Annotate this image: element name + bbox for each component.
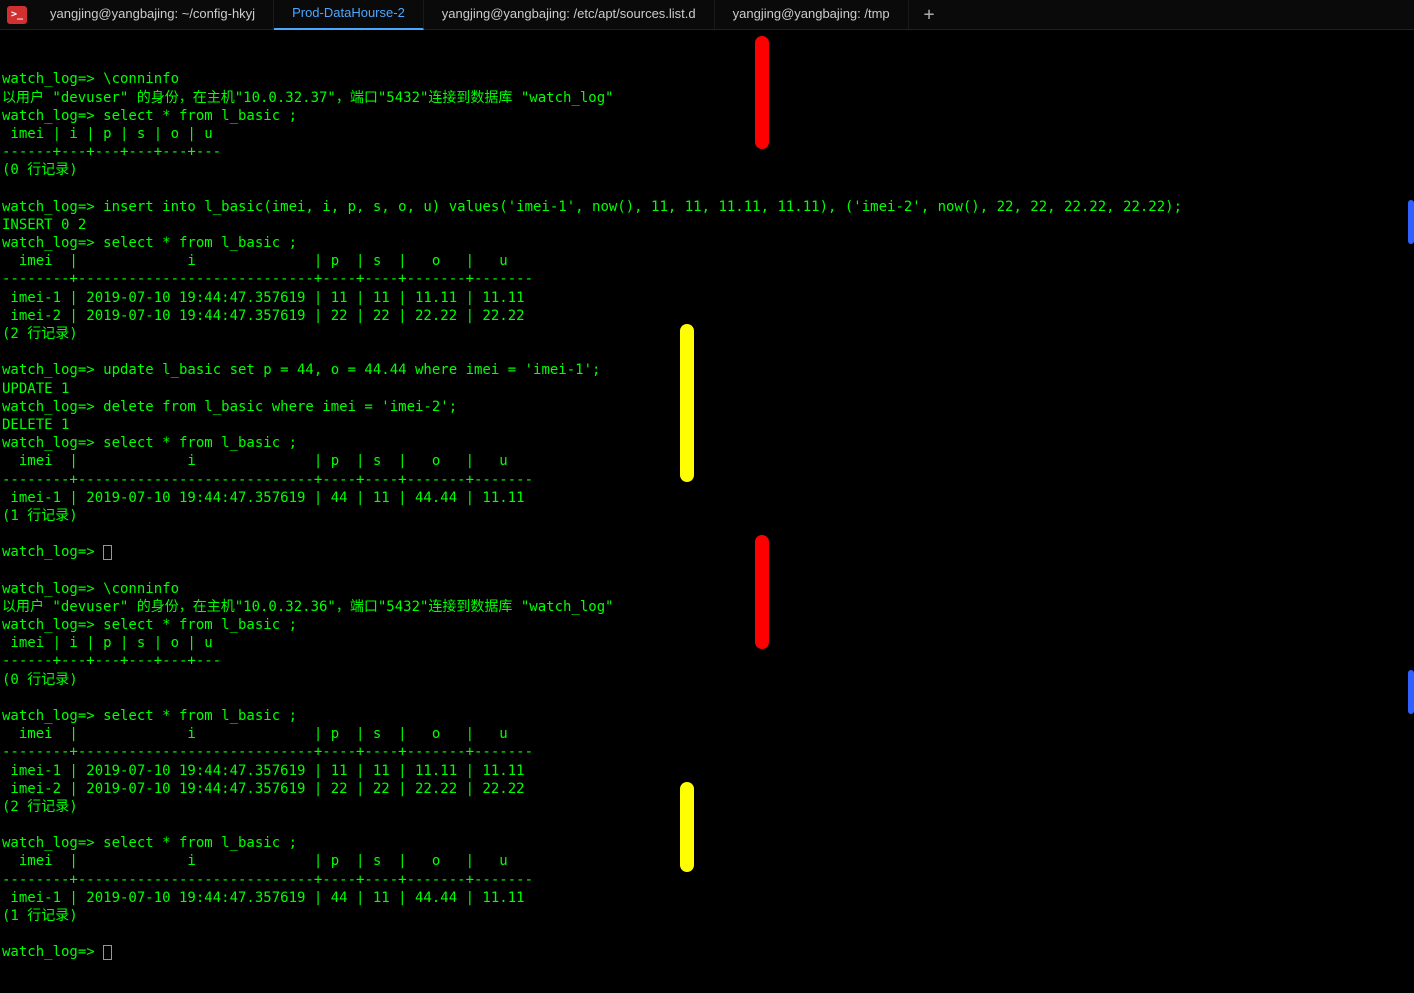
- terminal-line: imei | i | p | s | o | u: [2, 125, 1412, 143]
- terminal-line: imei-2 | 2019-07-10 19:44:47.357619 | 22…: [2, 307, 1412, 325]
- scrollbar-thumb-1[interactable]: [1408, 200, 1414, 244]
- terminal-line: [2, 343, 1412, 361]
- terminal-line: [2, 561, 1412, 579]
- terminal-line: watch_log=> \conninfo: [2, 70, 1412, 88]
- terminal-line: watch_log=> select * from l_basic ;: [2, 434, 1412, 452]
- cursor-icon: [103, 545, 112, 560]
- terminal-line: imei-1 | 2019-07-10 19:44:47.357619 | 44…: [2, 889, 1412, 907]
- tab-config-hkyj[interactable]: yangjing@yangbajing: ~/config-hkyj: [32, 0, 274, 29]
- terminal-line: INSERT 0 2: [2, 216, 1412, 234]
- terminal-line: watch_log=>: [2, 543, 1412, 561]
- terminal-icon: >_: [7, 6, 27, 24]
- scrollbar-thumb-2[interactable]: [1408, 670, 1414, 714]
- terminal-line: imei | i | p | s | o | u: [2, 452, 1412, 470]
- terminal-line: --------+----------------------------+--…: [2, 743, 1412, 761]
- terminal-line: UPDATE 1: [2, 380, 1412, 398]
- terminal-line: --------+----------------------------+--…: [2, 270, 1412, 288]
- terminal-line: watch_log=> \conninfo: [2, 580, 1412, 598]
- terminal-line: ------+---+---+---+---+---: [2, 143, 1412, 161]
- terminal-line: 以用户 "devuser" 的身份，在主机"10.0.32.37"，端口"543…: [2, 89, 1412, 107]
- terminal-line: watch_log=>: [2, 943, 1412, 961]
- terminal-line: DELETE 1: [2, 416, 1412, 434]
- terminal-line: 以用户 "devuser" 的身份，在主机"10.0.32.36"，端口"543…: [2, 598, 1412, 616]
- terminal-line: [2, 689, 1412, 707]
- annotation-marker-yellow-2: [680, 782, 694, 872]
- annotation-marker-red-1: [755, 36, 769, 149]
- terminal-line: watch_log=> select * from l_basic ;: [2, 234, 1412, 252]
- tab-bar: >_ yangjing@yangbajing: ~/config-hkyj Pr…: [0, 0, 1414, 30]
- terminal-line: imei | i | p | s | o | u: [2, 725, 1412, 743]
- terminal-line: (0 行记录): [2, 671, 1412, 689]
- terminal-line: (1 行记录): [2, 507, 1412, 525]
- terminal-line: watch_log=> select * from l_basic ;: [2, 616, 1412, 634]
- terminal-line: imei-1 | 2019-07-10 19:44:47.357619 | 11…: [2, 289, 1412, 307]
- terminal-line: [2, 525, 1412, 543]
- terminal-line: watch_log=> select * from l_basic ;: [2, 707, 1412, 725]
- terminal-line: ------+---+---+---+---+---: [2, 652, 1412, 670]
- terminal-content[interactable]: watch_log=> \conninfo以用户 "devuser" 的身份，在…: [0, 30, 1414, 984]
- cursor-icon: [103, 945, 112, 960]
- terminal-line: (1 行记录): [2, 907, 1412, 925]
- terminal-line: (2 行记录): [2, 798, 1412, 816]
- terminal-line: imei-2 | 2019-07-10 19:44:47.357619 | 22…: [2, 780, 1412, 798]
- terminal-line: watch_log=> update l_basic set p = 44, o…: [2, 361, 1412, 379]
- annotation-marker-red-2: [755, 535, 769, 649]
- terminal-line: (2 行记录): [2, 325, 1412, 343]
- annotation-marker-yellow-1: [680, 324, 694, 482]
- terminal-line: [2, 816, 1412, 834]
- terminal-line: [2, 925, 1412, 943]
- terminal-line: watch_log=> select * from l_basic ;: [2, 834, 1412, 852]
- terminal-line: watch_log=> delete from l_basic where im…: [2, 398, 1412, 416]
- tab-sources-list-d[interactable]: yangjing@yangbajing: /etc/apt/sources.li…: [424, 0, 715, 29]
- terminal-line: imei-1 | 2019-07-10 19:44:47.357619 | 11…: [2, 762, 1412, 780]
- terminal-line: --------+----------------------------+--…: [2, 871, 1412, 889]
- tab-prod-datahourse-2[interactable]: Prod-DataHourse-2: [274, 0, 424, 30]
- terminal-line: --------+----------------------------+--…: [2, 471, 1412, 489]
- terminal-line: watch_log=> insert into l_basic(imei, i,…: [2, 198, 1412, 216]
- terminal-line: (0 行记录): [2, 161, 1412, 179]
- add-tab-button[interactable]: +: [909, 0, 950, 32]
- terminal-line: imei-1 | 2019-07-10 19:44:47.357619 | 44…: [2, 489, 1412, 507]
- tab-tmp[interactable]: yangjing@yangbajing: /tmp: [715, 0, 909, 29]
- terminal-line: watch_log=> select * from l_basic ;: [2, 107, 1412, 125]
- terminal-line: imei | i | p | s | o | u: [2, 252, 1412, 270]
- terminal-app-icon: >_: [2, 3, 32, 27]
- terminal-line: [2, 180, 1412, 198]
- terminal-line: imei | i | p | s | o | u: [2, 852, 1412, 870]
- terminal-line: imei | i | p | s | o | u: [2, 634, 1412, 652]
